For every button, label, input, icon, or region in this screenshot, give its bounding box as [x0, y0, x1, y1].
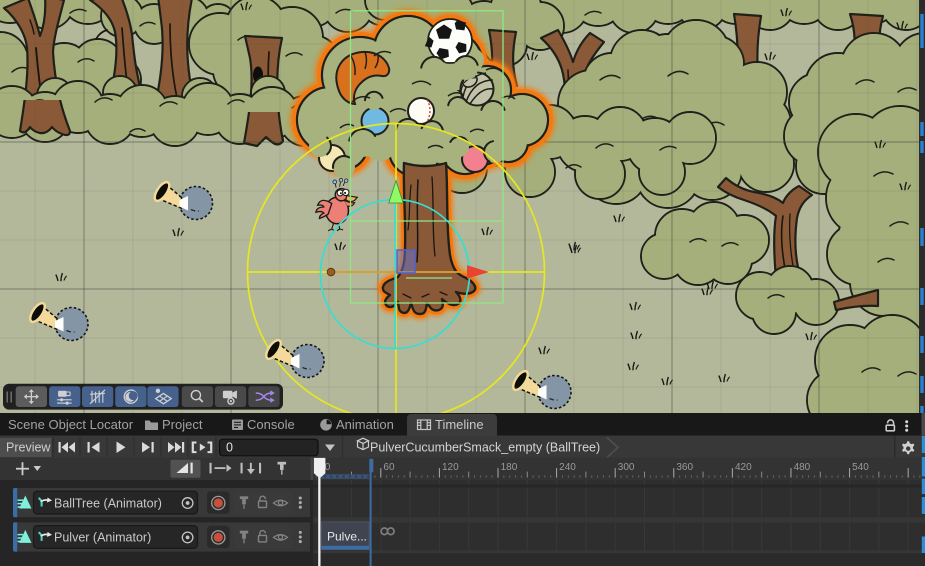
svg-text:0: 0: [226, 441, 233, 455]
svg-text:300: 300: [618, 462, 635, 473]
svg-text:0: 0: [325, 462, 331, 473]
svg-text:60: 60: [383, 462, 395, 473]
svg-text:PulverCucumberSmack_empty (Bal: PulverCucumberSmack_empty (BallTree): [370, 441, 600, 455]
svg-text:Console: Console: [247, 417, 295, 432]
svg-text:480: 480: [794, 462, 811, 473]
svg-text:240: 240: [559, 462, 576, 473]
svg-text:120: 120: [442, 462, 459, 473]
svg-text:Animation: Animation: [336, 417, 394, 432]
svg-text:360: 360: [676, 462, 693, 473]
svg-text:Pulver (Animator): Pulver (Animator): [54, 531, 151, 545]
svg-text:540: 540: [852, 462, 869, 473]
svg-text:Preview: Preview: [6, 441, 51, 455]
svg-text:420: 420: [735, 462, 752, 473]
svg-text:Scene Object Locator: Scene Object Locator: [8, 417, 134, 432]
svg-text:BallTree (Animator): BallTree (Animator): [54, 496, 162, 510]
svg-text:Project: Project: [162, 417, 203, 432]
svg-text:180: 180: [501, 462, 518, 473]
svg-text:Pulve...: Pulve...: [327, 530, 367, 544]
svg-text:Timeline: Timeline: [435, 417, 484, 432]
